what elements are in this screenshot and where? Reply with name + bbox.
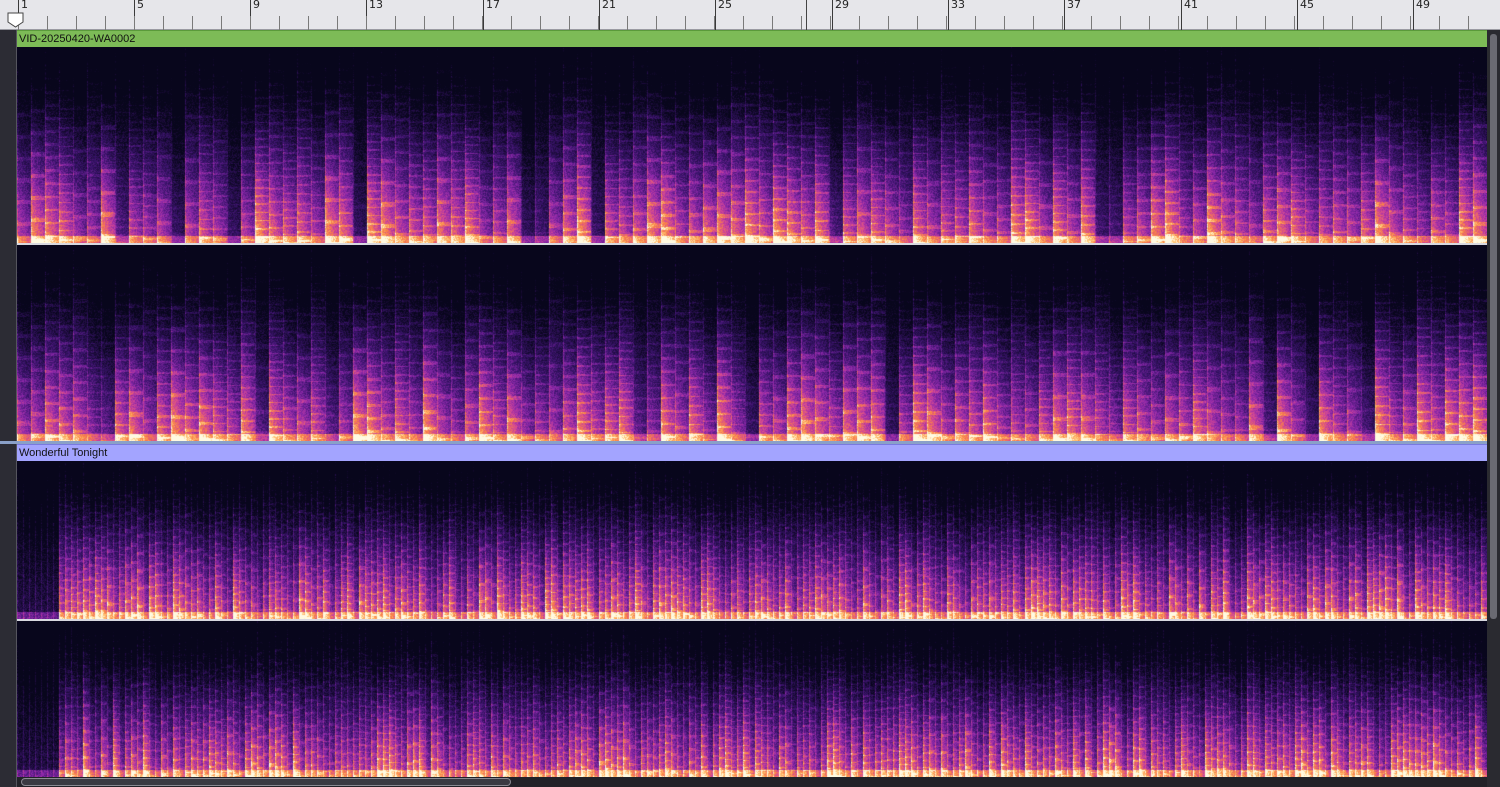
audio-editor-window: 1 5 9 13 17 21 25 29 33 37 41 45 49 VID-20250420-WA0… bbox=[0, 0, 1500, 787]
ruler-minor-tick bbox=[975, 16, 976, 30]
ruler-minor-tick bbox=[569, 16, 570, 30]
ruler-minor-tick bbox=[627, 16, 628, 30]
track-gutter bbox=[0, 30, 17, 787]
ruler-major-tick bbox=[483, 0, 484, 30]
ruler-minor-tick bbox=[1323, 16, 1324, 30]
timeline-ruler[interactable]: 1 5 9 13 17 21 25 29 33 37 41 45 49 bbox=[0, 0, 1500, 30]
spectrogram-track-1-right[interactable] bbox=[17, 245, 1487, 441]
ruler-minor-tick bbox=[366, 16, 367, 30]
ruler-label: 41 bbox=[1184, 0, 1198, 11]
ruler-label: 45 bbox=[1300, 0, 1314, 11]
ruler-minor-tick bbox=[801, 16, 802, 30]
playhead-marker[interactable] bbox=[806, 0, 807, 30]
ruler-major-tick bbox=[832, 0, 833, 30]
horizontal-scrollbar[interactable] bbox=[17, 777, 1487, 787]
ruler-minor-tick bbox=[1265, 16, 1266, 30]
ruler-minor-tick bbox=[1236, 16, 1237, 30]
ruler-minor-tick bbox=[1091, 16, 1092, 30]
ruler-minor-tick bbox=[1410, 16, 1411, 30]
ruler-minor-tick bbox=[424, 16, 425, 30]
vertical-scrollbar-thumb[interactable] bbox=[1490, 34, 1497, 619]
spectrogram-track-1-left[interactable] bbox=[17, 47, 1487, 243]
spectrogram-track-2-left[interactable] bbox=[17, 461, 1487, 619]
ruler-minor-tick bbox=[453, 16, 454, 30]
ruler-minor-tick bbox=[47, 16, 48, 30]
ruler-label: 17 bbox=[486, 0, 500, 11]
ruler-minor-tick bbox=[308, 16, 309, 30]
ruler-minor-tick bbox=[743, 16, 744, 30]
ruler-minor-tick bbox=[163, 16, 164, 30]
ruler-label: 33 bbox=[951, 0, 965, 11]
ruler-minor-tick bbox=[1120, 16, 1121, 30]
loop-marker-icon[interactable] bbox=[7, 12, 24, 28]
ruler-minor-tick bbox=[337, 16, 338, 30]
ruler-minor-tick bbox=[1149, 16, 1150, 30]
ruler-minor-tick bbox=[656, 16, 657, 30]
ruler-minor-tick bbox=[511, 16, 512, 30]
ruler-major-tick bbox=[715, 0, 716, 30]
ruler-minor-tick bbox=[598, 16, 599, 30]
clip-header-track-2[interactable]: Wonderful Tonight bbox=[17, 444, 1487, 461]
spectrogram-track-2-right[interactable] bbox=[17, 621, 1487, 777]
ruler-minor-tick bbox=[192, 16, 193, 30]
ruler-minor-tick bbox=[1033, 16, 1034, 30]
ruler-minor-tick bbox=[1352, 16, 1353, 30]
ruler-minor-tick bbox=[714, 16, 715, 30]
clip-title: VID-20250420-WA0002 bbox=[19, 33, 136, 45]
ruler-minor-tick bbox=[134, 16, 135, 30]
ruler-minor-tick bbox=[1439, 16, 1440, 30]
ruler-minor-tick bbox=[685, 16, 686, 30]
ruler-label: 49 bbox=[1416, 0, 1430, 11]
ruler-minor-tick bbox=[221, 16, 222, 30]
ruler-minor-tick bbox=[1294, 16, 1295, 30]
ruler-minor-tick bbox=[279, 16, 280, 30]
ruler-minor-tick bbox=[859, 16, 860, 30]
ruler-major-tick bbox=[599, 0, 600, 30]
ruler-label: 37 bbox=[1067, 0, 1081, 11]
horizontal-scrollbar-thumb[interactable] bbox=[21, 778, 511, 786]
clip-title: Wonderful Tonight bbox=[19, 447, 108, 459]
ruler-minor-tick bbox=[1207, 16, 1208, 30]
ruler-minor-tick bbox=[105, 16, 106, 30]
ruler-minor-tick bbox=[250, 16, 251, 30]
ruler-minor-tick bbox=[1381, 16, 1382, 30]
vertical-scrollbar[interactable] bbox=[1487, 30, 1500, 787]
clip-header-track-1[interactable]: VID-20250420-WA0002 bbox=[17, 30, 1487, 47]
ruler-major-tick bbox=[1181, 0, 1182, 30]
ruler-minor-tick bbox=[1468, 16, 1469, 30]
ruler-minor-tick bbox=[540, 16, 541, 30]
ruler-label: 25 bbox=[718, 0, 732, 11]
ruler-minor-tick bbox=[1062, 16, 1063, 30]
ruler-minor-tick bbox=[772, 16, 773, 30]
ruler-major-tick bbox=[1064, 0, 1065, 30]
ruler-label: 13 bbox=[369, 0, 383, 11]
ruler-minor-tick bbox=[482, 16, 483, 30]
ruler-minor-tick bbox=[1178, 16, 1179, 30]
ruler-minor-tick bbox=[917, 16, 918, 30]
ruler-minor-tick bbox=[1004, 16, 1005, 30]
ruler-label: 1 bbox=[21, 0, 28, 11]
ruler-label: 5 bbox=[137, 0, 144, 11]
ruler-major-tick bbox=[948, 0, 949, 30]
ruler-minor-tick bbox=[830, 16, 831, 30]
ruler-minor-tick bbox=[888, 16, 889, 30]
ruler-major-tick bbox=[1413, 0, 1414, 30]
ruler-minor-tick bbox=[946, 16, 947, 30]
ruler-label: 9 bbox=[253, 0, 260, 11]
ruler-major-tick bbox=[1297, 0, 1298, 30]
ruler-label: 21 bbox=[602, 0, 616, 11]
ruler-minor-tick bbox=[395, 16, 396, 30]
ruler-label: 29 bbox=[835, 0, 849, 11]
ruler-minor-tick bbox=[76, 16, 77, 30]
